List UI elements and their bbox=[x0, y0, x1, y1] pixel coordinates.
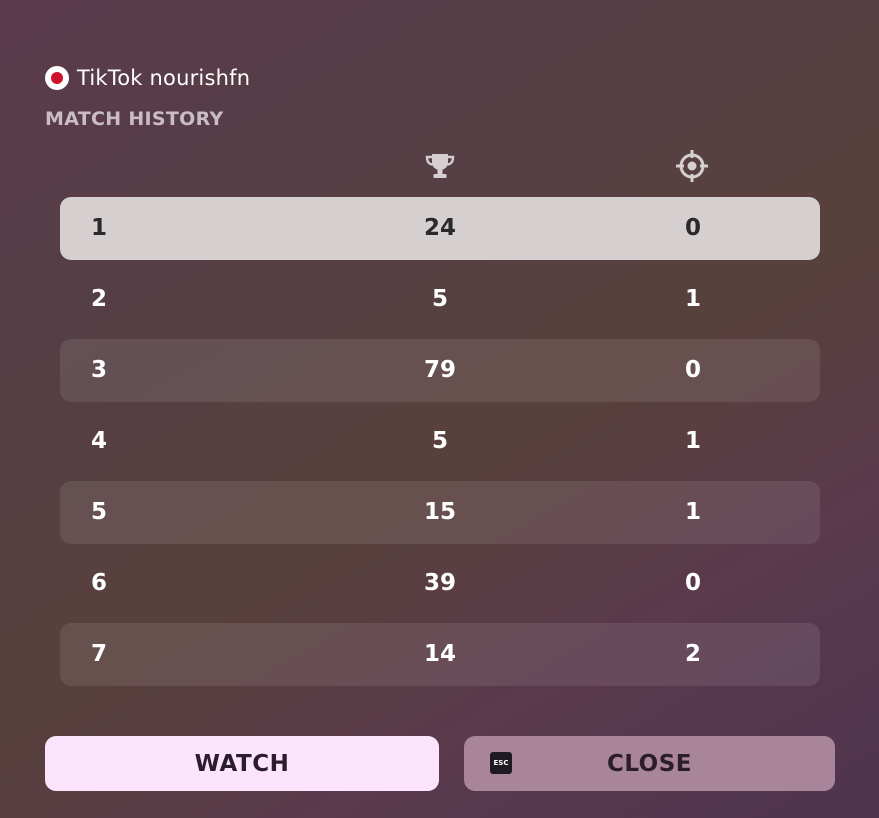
match-eliminations: 2 bbox=[684, 641, 701, 667]
match-row[interactable]: 1 24 0 bbox=[60, 197, 820, 260]
match-eliminations: 0 bbox=[684, 570, 701, 596]
trophy-icon bbox=[423, 149, 457, 183]
player-name: TikTok nourishfn bbox=[77, 66, 251, 90]
section-title: MATCH HISTORY bbox=[45, 108, 224, 130]
match-row[interactable]: 7 14 2 bbox=[60, 623, 820, 686]
match-row[interactable]: 2 5 1 bbox=[60, 268, 820, 331]
match-eliminations: 0 bbox=[684, 357, 701, 383]
match-rank: 4 bbox=[91, 428, 108, 454]
match-placement: 39 bbox=[423, 570, 456, 596]
match-rank: 1 bbox=[91, 215, 108, 241]
match-row[interactable]: 5 15 1 bbox=[60, 481, 820, 544]
match-placement: 5 bbox=[431, 286, 448, 312]
match-placement: 79 bbox=[423, 357, 456, 383]
match-placement: 5 bbox=[431, 428, 448, 454]
esc-key-icon: ESC bbox=[490, 752, 512, 774]
esc-key-label: ESC bbox=[493, 759, 509, 767]
match-eliminations: 1 bbox=[684, 499, 701, 525]
watch-button-label: WATCH bbox=[194, 750, 290, 777]
match-eliminations: 1 bbox=[684, 428, 701, 454]
match-rank: 5 bbox=[91, 499, 108, 525]
match-rank: 3 bbox=[91, 357, 108, 383]
match-placement: 15 bbox=[423, 499, 456, 525]
match-history-list: 1 24 0 2 5 1 3 79 0 4 5 1 5 15 1 6 39 0 … bbox=[60, 197, 820, 694]
match-rank: 6 bbox=[91, 570, 108, 596]
match-row[interactable]: 3 79 0 bbox=[60, 339, 820, 402]
match-placement: 24 bbox=[423, 215, 456, 241]
match-placement: 14 bbox=[423, 641, 456, 667]
crosshair-icon bbox=[675, 149, 709, 183]
match-row[interactable]: 4 5 1 bbox=[60, 410, 820, 473]
watch-button[interactable]: WATCH bbox=[45, 736, 439, 791]
match-row[interactable]: 6 39 0 bbox=[60, 552, 820, 615]
close-button[interactable]: ESC CLOSE bbox=[464, 736, 835, 791]
flag-icon bbox=[45, 66, 69, 90]
match-eliminations: 0 bbox=[684, 215, 701, 241]
match-rank: 2 bbox=[91, 286, 108, 312]
match-eliminations: 1 bbox=[684, 286, 701, 312]
player-header: TikTok nourishfn bbox=[45, 63, 250, 93]
close-button-label: CLOSE bbox=[606, 750, 693, 777]
match-rank: 7 bbox=[91, 641, 108, 667]
